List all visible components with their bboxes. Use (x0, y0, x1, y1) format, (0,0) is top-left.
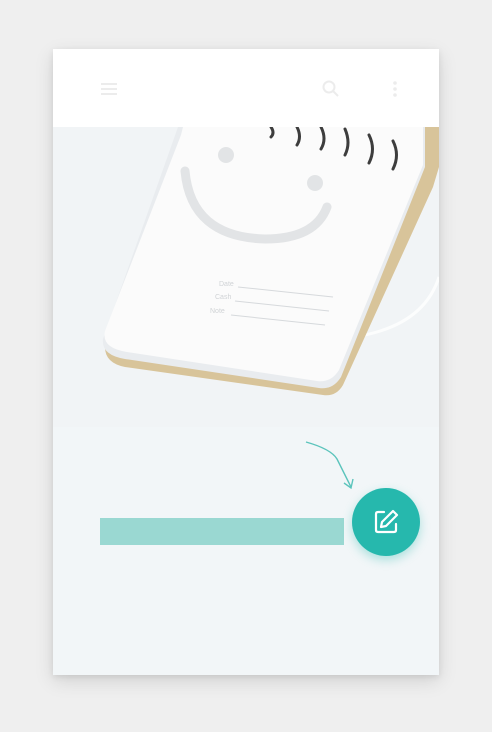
empty-state-banner (100, 518, 344, 545)
hint-arrow (305, 441, 354, 490)
app-screen: Date Cash Note (53, 49, 439, 675)
more-icon[interactable] (385, 79, 405, 99)
notepad-illustration: Date Cash Note (53, 127, 439, 427)
new-note-icon (374, 509, 399, 534)
app-bar (53, 49, 439, 127)
form-label-cash: Cash (215, 294, 231, 301)
menu-icon[interactable] (99, 79, 119, 99)
new-note-button[interactable] (352, 488, 420, 556)
form-label-date: Date (219, 281, 234, 288)
search-icon[interactable] (321, 79, 341, 99)
form-label-note: Note (210, 308, 225, 315)
empty-state-banner-label (100, 518, 344, 545)
